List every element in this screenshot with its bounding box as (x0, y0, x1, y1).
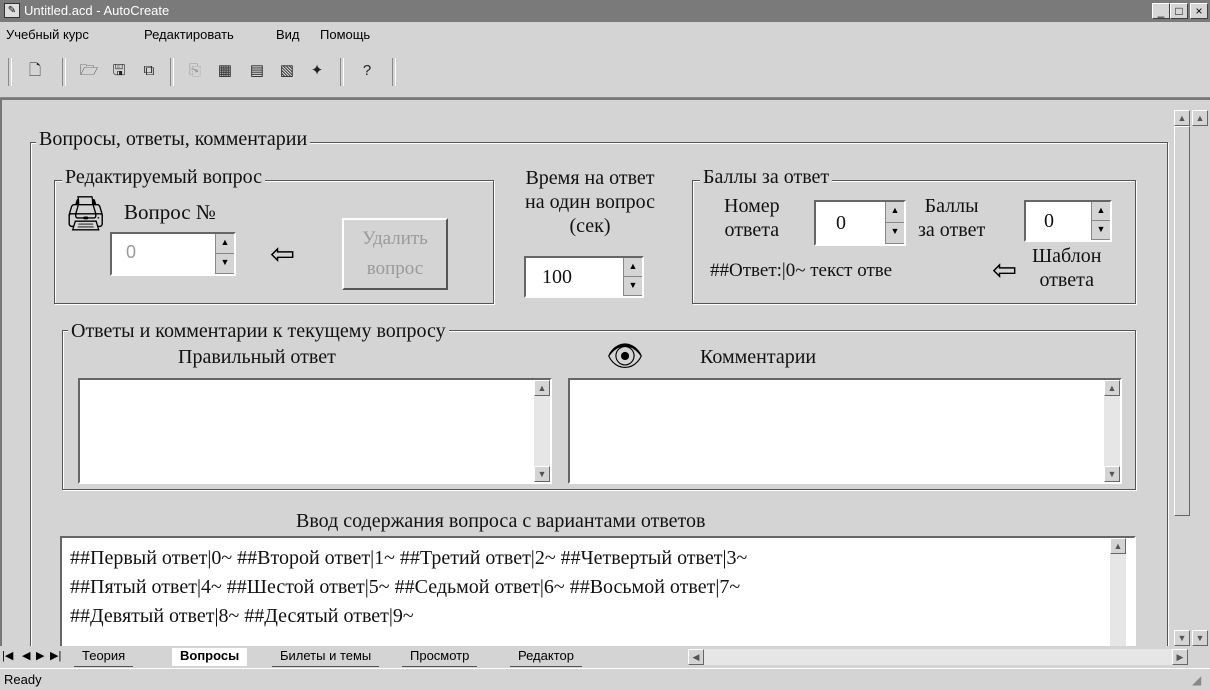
resize-grip-icon[interactable]: ◢ (1192, 673, 1201, 687)
comments-memo[interactable]: ▲ ▼ (568, 378, 1122, 484)
image-list-icon[interactable]: ▤ (246, 60, 268, 82)
comments-label: Комментарии (700, 346, 817, 368)
scroll-up-icon[interactable]: ▲ (534, 380, 550, 396)
arrow-left-icon: ⇦ (270, 238, 296, 271)
question-input-text[interactable]: ##Первый ответ|0~ ##Второй ответ|1~ ##Тр… (70, 544, 747, 631)
status-text: Ready (4, 672, 42, 687)
arrow-left-icon: ⇦ (992, 254, 1018, 287)
spin-up-icon[interactable]: ▲ (1092, 202, 1110, 221)
answer-no-value[interactable]: 0 (836, 212, 846, 235)
spin-down-icon[interactable]: ▼ (1092, 221, 1110, 240)
close-button[interactable]: × (1190, 3, 1208, 19)
toolbar: 🗋 🗁 🖫 ⧉ ⎘ ▦ ▤ ▧ ✦ ? (0, 46, 1210, 98)
tab-editor[interactable]: Редактор (510, 648, 582, 667)
tab-last-icon[interactable]: ▶| (50, 649, 61, 662)
minimize-button[interactable]: _ (1152, 3, 1170, 19)
time-value[interactable]: 100 (542, 266, 572, 289)
maximize-button[interactable]: □ (1170, 3, 1188, 19)
memo-scrollbar[interactable]: ▲ ▼ (534, 380, 550, 482)
scroll-down-icon[interactable]: ▼ (1192, 630, 1208, 646)
image-icon[interactable]: ▦ (214, 60, 236, 82)
answers-group-title: Ответы и комментарии к текущему вопросу (68, 320, 449, 342)
template-label: Шаблон ответа (1032, 245, 1102, 291)
scroll-down-icon[interactable]: ▼ (1104, 466, 1120, 482)
answer-template-text: ##Ответ:|0~ текст отве (710, 260, 893, 281)
new-icon[interactable]: 🗋 (24, 60, 46, 82)
questions-group-title: Вопросы, ответы, комментарии (36, 128, 311, 150)
save-as-icon[interactable]: ⧉ (138, 60, 160, 82)
tab-next-icon[interactable]: ▶ (36, 649, 44, 662)
sheet-tabs: |◀ ◀ ▶ ▶| Теория Вопросы Билеты и темы П… (0, 646, 1210, 668)
answer-no-label: Номер ответа (724, 195, 780, 241)
tab-first-icon[interactable]: |◀ (2, 649, 13, 662)
menu-help[interactable]: Помощь (320, 27, 370, 42)
app-icon: ✎ (4, 3, 20, 18)
question-input-label: Ввод содержания вопроса с вариантами отв… (296, 510, 706, 532)
correct-answer-label: Правильный ответ (178, 346, 336, 368)
menu-edit[interactable]: Редактировать (144, 27, 234, 42)
edit-question-title: Редактируемый вопрос (62, 166, 265, 188)
answer-no-spinner[interactable]: 0 ▲ ▼ (814, 200, 906, 246)
tab-preview[interactable]: Просмотр (402, 648, 478, 667)
tab-tickets[interactable]: Билеты и темы (272, 648, 380, 667)
scroll-down-icon[interactable]: ▼ (1174, 630, 1190, 646)
spin-down-icon[interactable]: ▼ (216, 254, 234, 274)
question-no-value[interactable]: 0 (126, 242, 136, 263)
status-bar: Ready ◢ (0, 668, 1210, 690)
tab-questions[interactable]: Вопросы (172, 648, 248, 666)
delete-question-button[interactable]: Удалить вопрос (342, 218, 448, 290)
score-spinner[interactable]: 0 ▲ ▼ (1024, 200, 1112, 242)
tab-theory[interactable]: Теория (74, 648, 134, 667)
score-group-title: Баллы за ответ (700, 166, 833, 188)
spin-down-icon[interactable]: ▼ (624, 277, 642, 296)
score-label: Баллы за ответ (918, 195, 986, 241)
open-icon[interactable]: 🗁 (78, 60, 100, 82)
scroll-up-icon[interactable]: ▲ (1174, 110, 1190, 126)
eye-icon: 👁 (606, 340, 645, 373)
scroll-down-icon[interactable]: ▼ (534, 466, 550, 482)
save-icon[interactable]: 🖫 (108, 60, 130, 82)
tab-prev-icon[interactable]: ◀ (22, 649, 30, 662)
time-spinner[interactable]: 100 ▲ ▼ (524, 256, 644, 298)
help-icon[interactable]: ? (356, 60, 378, 82)
scroll-right-icon[interactable]: ▶ (1172, 649, 1188, 665)
spin-down-icon[interactable]: ▼ (886, 223, 904, 244)
memo-scrollbar[interactable]: ▲ (1110, 538, 1126, 646)
menu-course[interactable]: Учебный курс (6, 27, 89, 42)
scroll-up-icon[interactable]: ▲ (1192, 110, 1208, 126)
correct-answer-memo[interactable]: ▲ ▼ (78, 378, 552, 484)
scroll-up-icon[interactable]: ▲ (1104, 380, 1120, 396)
spin-up-icon[interactable]: ▲ (886, 202, 904, 223)
image-edit-icon[interactable]: ▧ (276, 60, 298, 82)
spin-up-icon[interactable]: ▲ (624, 258, 642, 277)
scroll-up-icon[interactable]: ▲ (1110, 538, 1126, 554)
horizontal-scrollbar[interactable]: ◀ ▶ (688, 649, 1188, 665)
menu-bar: Учебный курс Редактировать Вид Помощь (0, 22, 1210, 46)
client-area: ▲ ▲ ▼ ▼ Вопросы, ответы, комментарии Ред… (0, 98, 1210, 662)
wizard-icon[interactable]: ✦ (306, 60, 328, 82)
score-value[interactable]: 0 (1044, 210, 1054, 233)
memo-scrollbar[interactable]: ▲ ▼ (1104, 380, 1120, 482)
question-no-spinner[interactable]: 0 ▲ ▼ (110, 232, 236, 276)
printer-icon: 🖨 (64, 195, 108, 233)
question-input-memo[interactable]: ##Первый ответ|0~ ##Второй ответ|1~ ##Тр… (60, 536, 1136, 646)
question-no-label: Вопрос № (124, 200, 216, 224)
copy-icon[interactable]: ⎘ (184, 60, 206, 82)
spin-up-icon[interactable]: ▲ (216, 234, 234, 254)
time-label: Время на ответ на один вопрос (сек) (525, 167, 655, 237)
title-bar: ✎ Untitled.acd - AutoCreate _ □ × (0, 0, 1210, 22)
main-scrollbar[interactable]: ▲ ▲ ▼ ▼ (1174, 110, 1208, 646)
scroll-thumb[interactable] (1174, 126, 1190, 516)
scroll-left-icon[interactable]: ◀ (688, 649, 704, 665)
window-title: Untitled.acd - AutoCreate (24, 3, 170, 18)
menu-view[interactable]: Вид (276, 27, 300, 42)
